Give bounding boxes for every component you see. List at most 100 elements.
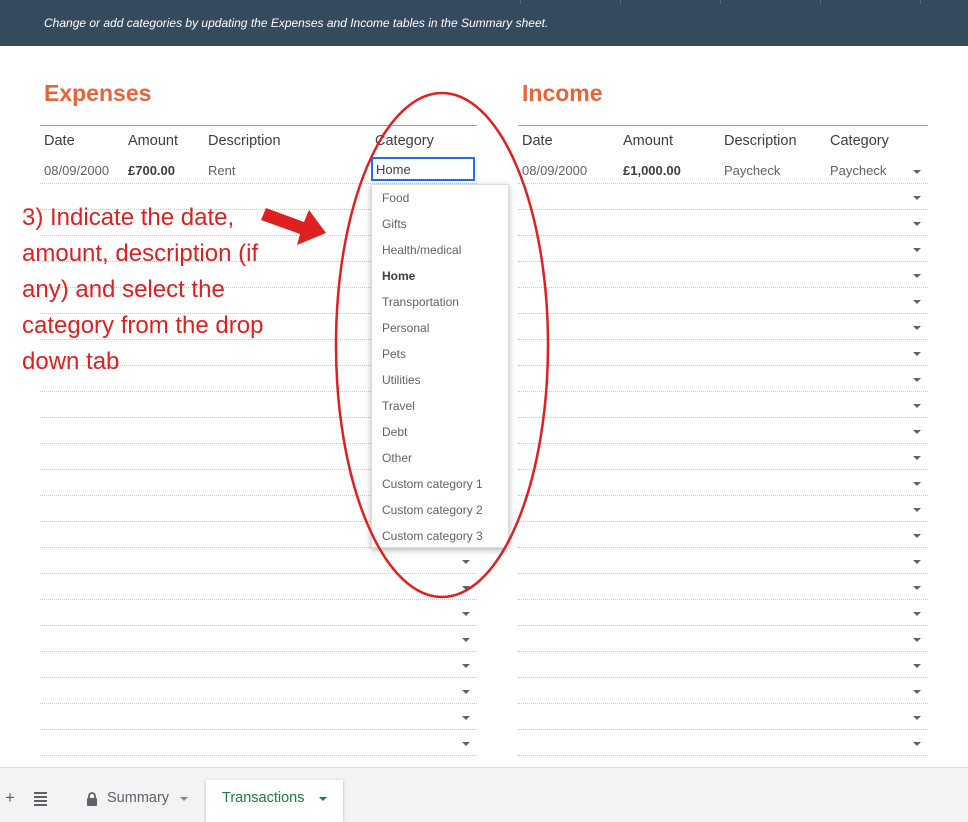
dropdown-option-pets[interactable]: Pets — [372, 341, 508, 367]
expense-category-dropdown-arrow[interactable] — [462, 612, 470, 616]
expenses-row-line — [40, 703, 477, 704]
dropdown-option-custom-1[interactable]: Custom category 1 — [372, 471, 508, 497]
tab-summary-label: Summary — [107, 790, 170, 806]
dropdown-option-custom-2[interactable]: Custom category 2 — [372, 497, 508, 523]
income-row-line — [518, 417, 928, 418]
income-category-dropdown-arrow[interactable] — [913, 170, 921, 174]
income-row-line — [518, 209, 928, 210]
list-icon[interactable] — [34, 792, 47, 808]
income-row-line — [518, 469, 928, 470]
income-category-dropdown-arrow[interactable] — [913, 196, 921, 200]
income-col-amount: Amount — [623, 133, 673, 149]
income-row-line — [518, 729, 928, 730]
expenses-header-line — [40, 125, 477, 126]
tab-transactions-label: Transactions — [222, 790, 305, 806]
income-category-dropdown-arrow[interactable] — [913, 612, 921, 616]
expense-category-dropdown-arrow[interactable] — [462, 664, 470, 668]
column-divider — [520, 0, 521, 4]
expense-category-dropdown-arrow[interactable] — [462, 560, 470, 564]
dropdown-option-debt[interactable]: Debt — [372, 419, 508, 445]
chevron-down-icon[interactable] — [319, 797, 327, 801]
income-category-dropdown-arrow[interactable] — [913, 378, 921, 382]
income-category-dropdown-arrow[interactable] — [913, 430, 921, 434]
banner-text: Change or add categories by updating the… — [44, 16, 549, 30]
income-description-cell[interactable]: Paycheck — [724, 163, 780, 178]
sheet-tab-bar: + Summary Transactions — [0, 767, 968, 822]
income-category-dropdown-arrow[interactable] — [913, 664, 921, 668]
income-row-line — [518, 547, 928, 548]
income-category-cell[interactable]: Paycheck — [830, 163, 886, 178]
instructions-banner: Change or add categories by updating the… — [0, 0, 968, 46]
category-input[interactable] — [371, 157, 475, 181]
expense-category-dropdown-arrow[interactable] — [462, 690, 470, 694]
expense-description-cell[interactable]: Rent — [208, 163, 235, 178]
income-category-dropdown-arrow[interactable] — [913, 404, 921, 408]
income-row-line — [518, 287, 928, 288]
income-row-line — [518, 599, 928, 600]
expense-amount-cell[interactable]: £700.00 — [128, 163, 175, 178]
expense-category-dropdown-arrow[interactable] — [462, 742, 470, 746]
expense-date-cell[interactable]: 08/09/2000 — [44, 163, 109, 178]
income-row-line — [518, 235, 928, 236]
dropdown-option-home[interactable]: Home — [372, 263, 508, 289]
income-header-line — [518, 125, 928, 126]
expense-category-dropdown-arrow[interactable] — [462, 716, 470, 720]
income-category-dropdown-arrow[interactable] — [913, 586, 921, 590]
column-divider — [820, 0, 821, 4]
income-category-dropdown-arrow[interactable] — [913, 352, 921, 356]
dropdown-option-gifts[interactable]: Gifts — [372, 211, 508, 237]
expenses-col-category: Category — [375, 133, 434, 149]
expenses-row-line — [40, 677, 477, 678]
income-category-dropdown-arrow[interactable] — [913, 248, 921, 252]
income-row-line — [518, 521, 928, 522]
income-category-dropdown-arrow[interactable] — [913, 534, 921, 538]
expense-category-dropdown-arrow[interactable] — [462, 586, 470, 590]
plus-icon[interactable]: + — [5, 788, 15, 808]
expenses-col-date: Date — [44, 133, 75, 149]
dropdown-option-transportation[interactable]: Transportation — [372, 289, 508, 315]
lock-icon — [87, 792, 97, 806]
income-row-line — [518, 755, 928, 756]
income-category-dropdown-arrow[interactable] — [913, 456, 921, 460]
dropdown-option-custom-3[interactable]: Custom category 3 — [372, 523, 508, 549]
income-category-dropdown-arrow[interactable] — [913, 274, 921, 278]
income-category-dropdown-arrow[interactable] — [913, 690, 921, 694]
income-category-dropdown-arrow[interactable] — [913, 482, 921, 486]
column-divider — [920, 0, 921, 4]
income-row-line — [518, 261, 928, 262]
income-col-date: Date — [522, 133, 553, 149]
expenses-row-line — [40, 651, 477, 652]
instruction-annotation: 3) Indicate the date, amount, descriptio… — [22, 204, 264, 375]
category-dropdown[interactable]: Food Gifts Health/medical Home Transport… — [371, 184, 509, 548]
expenses-title: Expenses — [44, 80, 152, 106]
income-date-cell[interactable]: 08/09/2000 — [522, 163, 587, 178]
dropdown-option-other[interactable]: Other — [372, 445, 508, 471]
dropdown-option-health-medical[interactable]: Health/medical — [372, 237, 508, 263]
chevron-down-icon[interactable] — [180, 797, 188, 801]
income-category-dropdown-arrow[interactable] — [913, 742, 921, 746]
income-row-line — [518, 391, 928, 392]
income-row-line — [518, 495, 928, 496]
income-category-dropdown-arrow[interactable] — [913, 300, 921, 304]
dropdown-option-personal[interactable]: Personal — [372, 315, 508, 341]
income-category-dropdown-arrow[interactable] — [913, 508, 921, 512]
dropdown-option-travel[interactable]: Travel — [372, 393, 508, 419]
income-category-dropdown-arrow[interactable] — [913, 716, 921, 720]
income-title: Income — [522, 80, 603, 106]
income-row-line — [518, 339, 928, 340]
income-row-line — [518, 625, 928, 626]
expenses-row-line — [40, 599, 477, 600]
income-amount-cell[interactable]: £1,000.00 — [623, 163, 681, 178]
income-category-dropdown-arrow[interactable] — [913, 560, 921, 564]
income-category-dropdown-arrow[interactable] — [913, 638, 921, 642]
expenses-row-line — [40, 729, 477, 730]
tab-transactions[interactable]: Transactions — [206, 780, 343, 822]
expense-category-dropdown-arrow[interactable] — [462, 638, 470, 642]
dropdown-option-utilities[interactable]: Utilities — [372, 367, 508, 393]
expenses-col-amount: Amount — [128, 133, 178, 149]
dropdown-option-food[interactable]: Food — [372, 185, 508, 211]
income-category-dropdown-arrow[interactable] — [913, 222, 921, 226]
tab-summary[interactable]: Summary — [70, 780, 206, 822]
income-row-line — [518, 703, 928, 704]
income-category-dropdown-arrow[interactable] — [913, 326, 921, 330]
